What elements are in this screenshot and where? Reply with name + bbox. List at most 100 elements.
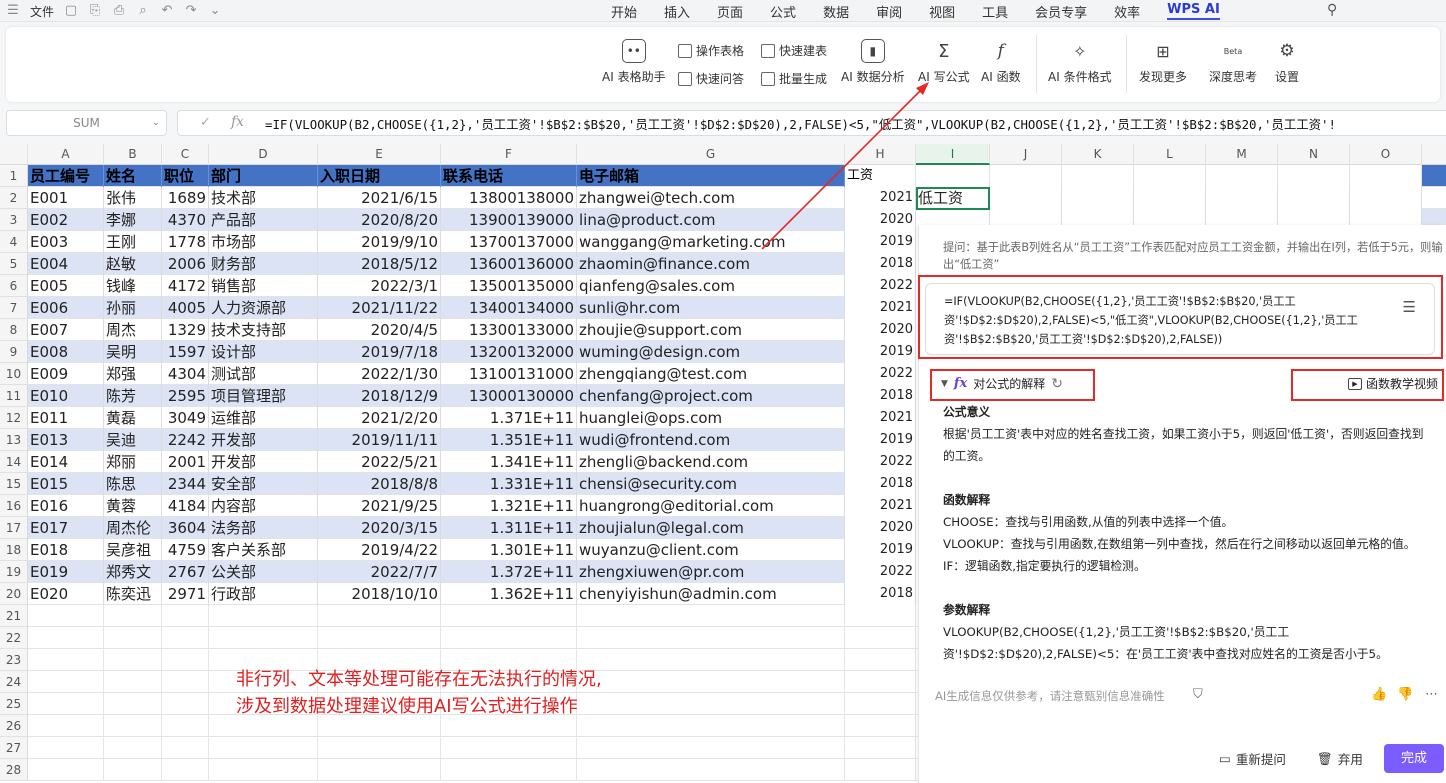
tab-wps-ai[interactable]: WPS AI	[1167, 2, 1220, 20]
print-preview-icon[interactable]: ⌕	[136, 4, 150, 18]
cell-g[interactable]: wuming@design.com	[577, 341, 845, 363]
cell-e[interactable]: 2019/11/11	[318, 429, 441, 451]
cell-c[interactable]: 职位	[162, 165, 209, 187]
cell-a[interactable]: E016	[28, 495, 104, 517]
tab-4[interactable]: 数据	[823, 2, 849, 21]
cell-g[interactable]: 电子邮箱	[577, 165, 845, 187]
row-header[interactable]: 16	[0, 495, 28, 517]
cell-c[interactable]: 2767	[162, 561, 209, 583]
column-header-b[interactable]: B	[104, 144, 162, 165]
cell-d[interactable]: 内容部	[209, 495, 318, 517]
cell-h[interactable]: 2022	[845, 275, 916, 297]
export-icon[interactable]: ⎘	[88, 4, 102, 18]
print-icon[interactable]: ⎙	[112, 4, 126, 18]
cell-b[interactable]: 钱峰	[104, 275, 162, 297]
cell-g[interactable]: zhengxiuwen@pr.com	[577, 561, 845, 583]
row-header[interactable]: 3	[0, 209, 28, 231]
cell-e[interactable]: 2020/4/5	[318, 319, 441, 341]
cell-c[interactable]: 1689	[162, 187, 209, 209]
cell-h[interactable]: 2019	[845, 539, 916, 561]
cell-b[interactable]: 郑丽	[104, 451, 162, 473]
cell-h[interactable]: 2019	[845, 231, 916, 253]
cell-e[interactable]	[318, 715, 441, 737]
cell-c[interactable]: 4172	[162, 275, 209, 297]
cell-a[interactable]: E018	[28, 539, 104, 561]
cell-b[interactable]: 陈奕迅	[104, 583, 162, 605]
cell-c[interactable]: 2971	[162, 583, 209, 605]
cell-a[interactable]: E017	[28, 517, 104, 539]
cell-a[interactable]: E008	[28, 341, 104, 363]
cell-e[interactable]: 2022/1/30	[318, 363, 441, 385]
row-header[interactable]: 28	[0, 759, 28, 781]
cell-l[interactable]	[1134, 165, 1206, 187]
column-header-j[interactable]: J	[990, 144, 1062, 165]
cell-a[interactable]	[28, 671, 104, 693]
cell-g[interactable]: zhangwei@tech.com	[577, 187, 845, 209]
cell-c[interactable]	[162, 759, 209, 781]
cell-h[interactable]: 2020	[845, 319, 916, 341]
cell-h[interactable]	[845, 649, 916, 671]
cell-h[interactable]: 2022	[845, 451, 916, 473]
cell-h[interactable]: 2018	[845, 253, 916, 275]
cell-e[interactable]: 2019/4/22	[318, 539, 441, 561]
row-header[interactable]: 27	[0, 737, 28, 759]
search-icon[interactable]: ⚲	[1327, 2, 1337, 18]
cell-f[interactable]: 联系电话	[441, 165, 577, 187]
cell-h[interactable]	[845, 671, 916, 693]
cell-a[interactable]: E009	[28, 363, 104, 385]
cell-a[interactable]: E013	[28, 429, 104, 451]
cell-e[interactable]: 2018/10/10	[318, 583, 441, 605]
cell-h[interactable]: 2019	[845, 429, 916, 451]
cell-f[interactable]: 13400134000	[441, 297, 577, 319]
formula-bar[interactable]: ✓ fx =IF(VLOOKUP(B2,CHOOSE({1,2},'员工工资'!…	[177, 110, 1446, 136]
cell-b[interactable]	[104, 693, 162, 715]
cell-d[interactable]: 销售部	[209, 275, 318, 297]
cell-h[interactable]: 2019	[845, 341, 916, 363]
cell-n[interactable]	[1278, 165, 1350, 187]
cell-e[interactable]: 2021/11/22	[318, 297, 441, 319]
cell-d[interactable]	[209, 715, 318, 737]
cell-g[interactable]: sunli@hr.com	[577, 297, 845, 319]
cell-h[interactable]	[845, 715, 916, 737]
row-header[interactable]: 12	[0, 407, 28, 429]
cell-b[interactable]	[104, 649, 162, 671]
row-header[interactable]: 26	[0, 715, 28, 737]
tab-3[interactable]: 公式	[770, 2, 796, 21]
cell-b[interactable]	[104, 737, 162, 759]
cell-h[interactable]: 2018	[845, 473, 916, 495]
row-header[interactable]: 21	[0, 605, 28, 627]
cell-g[interactable]	[577, 693, 845, 715]
cell-b[interactable]: 郑强	[104, 363, 162, 385]
cell-a[interactable]: E004	[28, 253, 104, 275]
cell-f[interactable]: 1.371E+11	[441, 407, 577, 429]
cell-e[interactable]: 2022/7/7	[318, 561, 441, 583]
cell-a[interactable]: 员工编号	[28, 165, 104, 187]
column-header-n[interactable]: N	[1278, 144, 1350, 165]
batch-generate-button[interactable]: 批量生成	[761, 70, 827, 87]
selected-cell[interactable]	[916, 187, 990, 210]
cell-m[interactable]	[1206, 187, 1278, 209]
cell-c[interactable]: 4184	[162, 495, 209, 517]
cell-e[interactable]: 入职日期	[318, 165, 441, 187]
cell-g[interactable]: zhengli@backend.com	[577, 451, 845, 473]
write-formula-button[interactable]: Σ AI 写公式	[918, 39, 970, 85]
cell-e[interactable]: 2019/9/10	[318, 231, 441, 253]
column-header-f[interactable]: F	[441, 144, 577, 165]
cell-h[interactable]: 工资	[845, 165, 916, 187]
cell-a[interactable]	[28, 759, 104, 781]
cell-b[interactable]: 李娜	[104, 209, 162, 231]
cell-b[interactable]	[104, 715, 162, 737]
cell-a[interactable]	[28, 715, 104, 737]
cell-c[interactable]	[162, 627, 209, 649]
quick-qa-button[interactable]: 快速问答	[678, 70, 744, 87]
cell-f[interactable]	[441, 737, 577, 759]
row-header[interactable]: 19	[0, 561, 28, 583]
cell-g[interactable]: zhaomin@finance.com	[577, 253, 845, 275]
cell-e[interactable]: 2018/12/9	[318, 385, 441, 407]
cell-d[interactable]: 财务部	[209, 253, 318, 275]
cell-d[interactable]: 客户关系部	[209, 539, 318, 561]
cell-c[interactable]	[162, 671, 209, 693]
row-header[interactable]: 4	[0, 231, 28, 253]
cell-c[interactable]: 2001	[162, 451, 209, 473]
cell-n[interactable]	[1278, 187, 1350, 209]
